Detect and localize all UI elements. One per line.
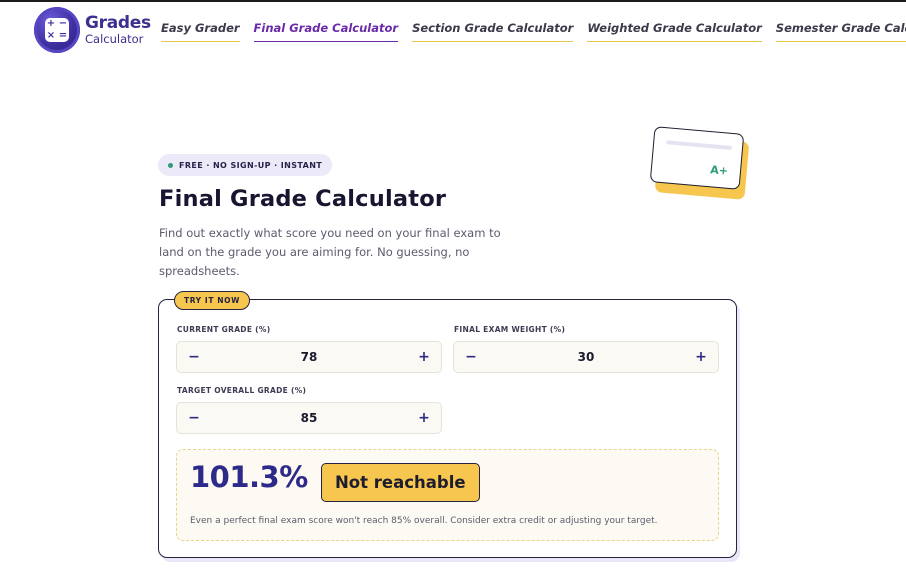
final-weight-stepper: − 30 +	[453, 341, 719, 373]
card-line	[666, 140, 733, 151]
current-grade-input[interactable]: 78	[211, 350, 407, 364]
final-weight-decrement-button[interactable]: −	[454, 342, 488, 372]
current-grade-label: CURRENT GRADE (%)	[177, 325, 271, 334]
grade-card-illustration: A+	[649, 126, 750, 203]
current-grade-stepper: − 78 +	[176, 341, 442, 373]
nav-easy-grader[interactable]: Easy Grader	[161, 21, 240, 42]
top-border	[0, 0, 906, 2]
nav-section-grade-calculator[interactable]: Section Grade Calculator	[412, 21, 574, 42]
feature-badge-text: FREE · NO SIGN-UP · INSTANT	[179, 160, 323, 170]
target-grade-stepper: − 85 +	[176, 402, 442, 434]
calculator-logo-icon: + − × =	[34, 7, 80, 53]
logo-text: Grades Calculator	[85, 12, 151, 46]
final-weight-label: FINAL EXAM WEIGHT (%)	[454, 325, 566, 334]
target-grade-increment-button[interactable]: +	[407, 403, 441, 433]
target-grade-input[interactable]: 85	[211, 411, 407, 425]
try-it-tag: TRY IT NOW	[174, 291, 250, 310]
result-box: 101.3% Not reachable Even a perfect fina…	[176, 449, 719, 541]
final-weight-increment-button[interactable]: +	[684, 342, 718, 372]
main-nav: Easy Grader Final Grade Calculator Secti…	[161, 21, 906, 42]
feature-badge: FREE · NO SIGN-UP · INSTANT	[158, 154, 333, 176]
page-title: Final Grade Calculator	[159, 186, 447, 212]
report-card-icon: A+	[649, 126, 745, 190]
result-note: Even a perfect final exam score won't re…	[190, 516, 658, 526]
card-grade: A+	[709, 163, 729, 178]
logo-line-1: Grades	[85, 12, 151, 33]
nav-weighted-grade-calculator[interactable]: Weighted Grade Calculator	[587, 21, 762, 42]
logo[interactable]: + − × = Grades Calculator	[34, 7, 151, 53]
target-grade-decrement-button[interactable]: −	[177, 403, 211, 433]
required-score-value: 101.3%	[190, 460, 308, 494]
status-badge: Not reachable	[321, 463, 480, 502]
target-grade-label: TARGET OVERALL GRADE (%)	[177, 386, 307, 395]
logo-line-2: Calculator	[85, 31, 144, 46]
nav-semester-grade-calculator[interactable]: Semester Grade Calculator	[775, 21, 906, 42]
nav-final-grade-calculator[interactable]: Final Grade Calculator	[253, 21, 399, 42]
status-dot-icon	[168, 162, 173, 168]
current-grade-increment-button[interactable]: +	[407, 342, 441, 372]
page-subtitle: Find out exactly what score you need on …	[159, 226, 501, 278]
current-grade-decrement-button[interactable]: −	[177, 342, 211, 372]
final-weight-input[interactable]: 30	[488, 350, 684, 364]
